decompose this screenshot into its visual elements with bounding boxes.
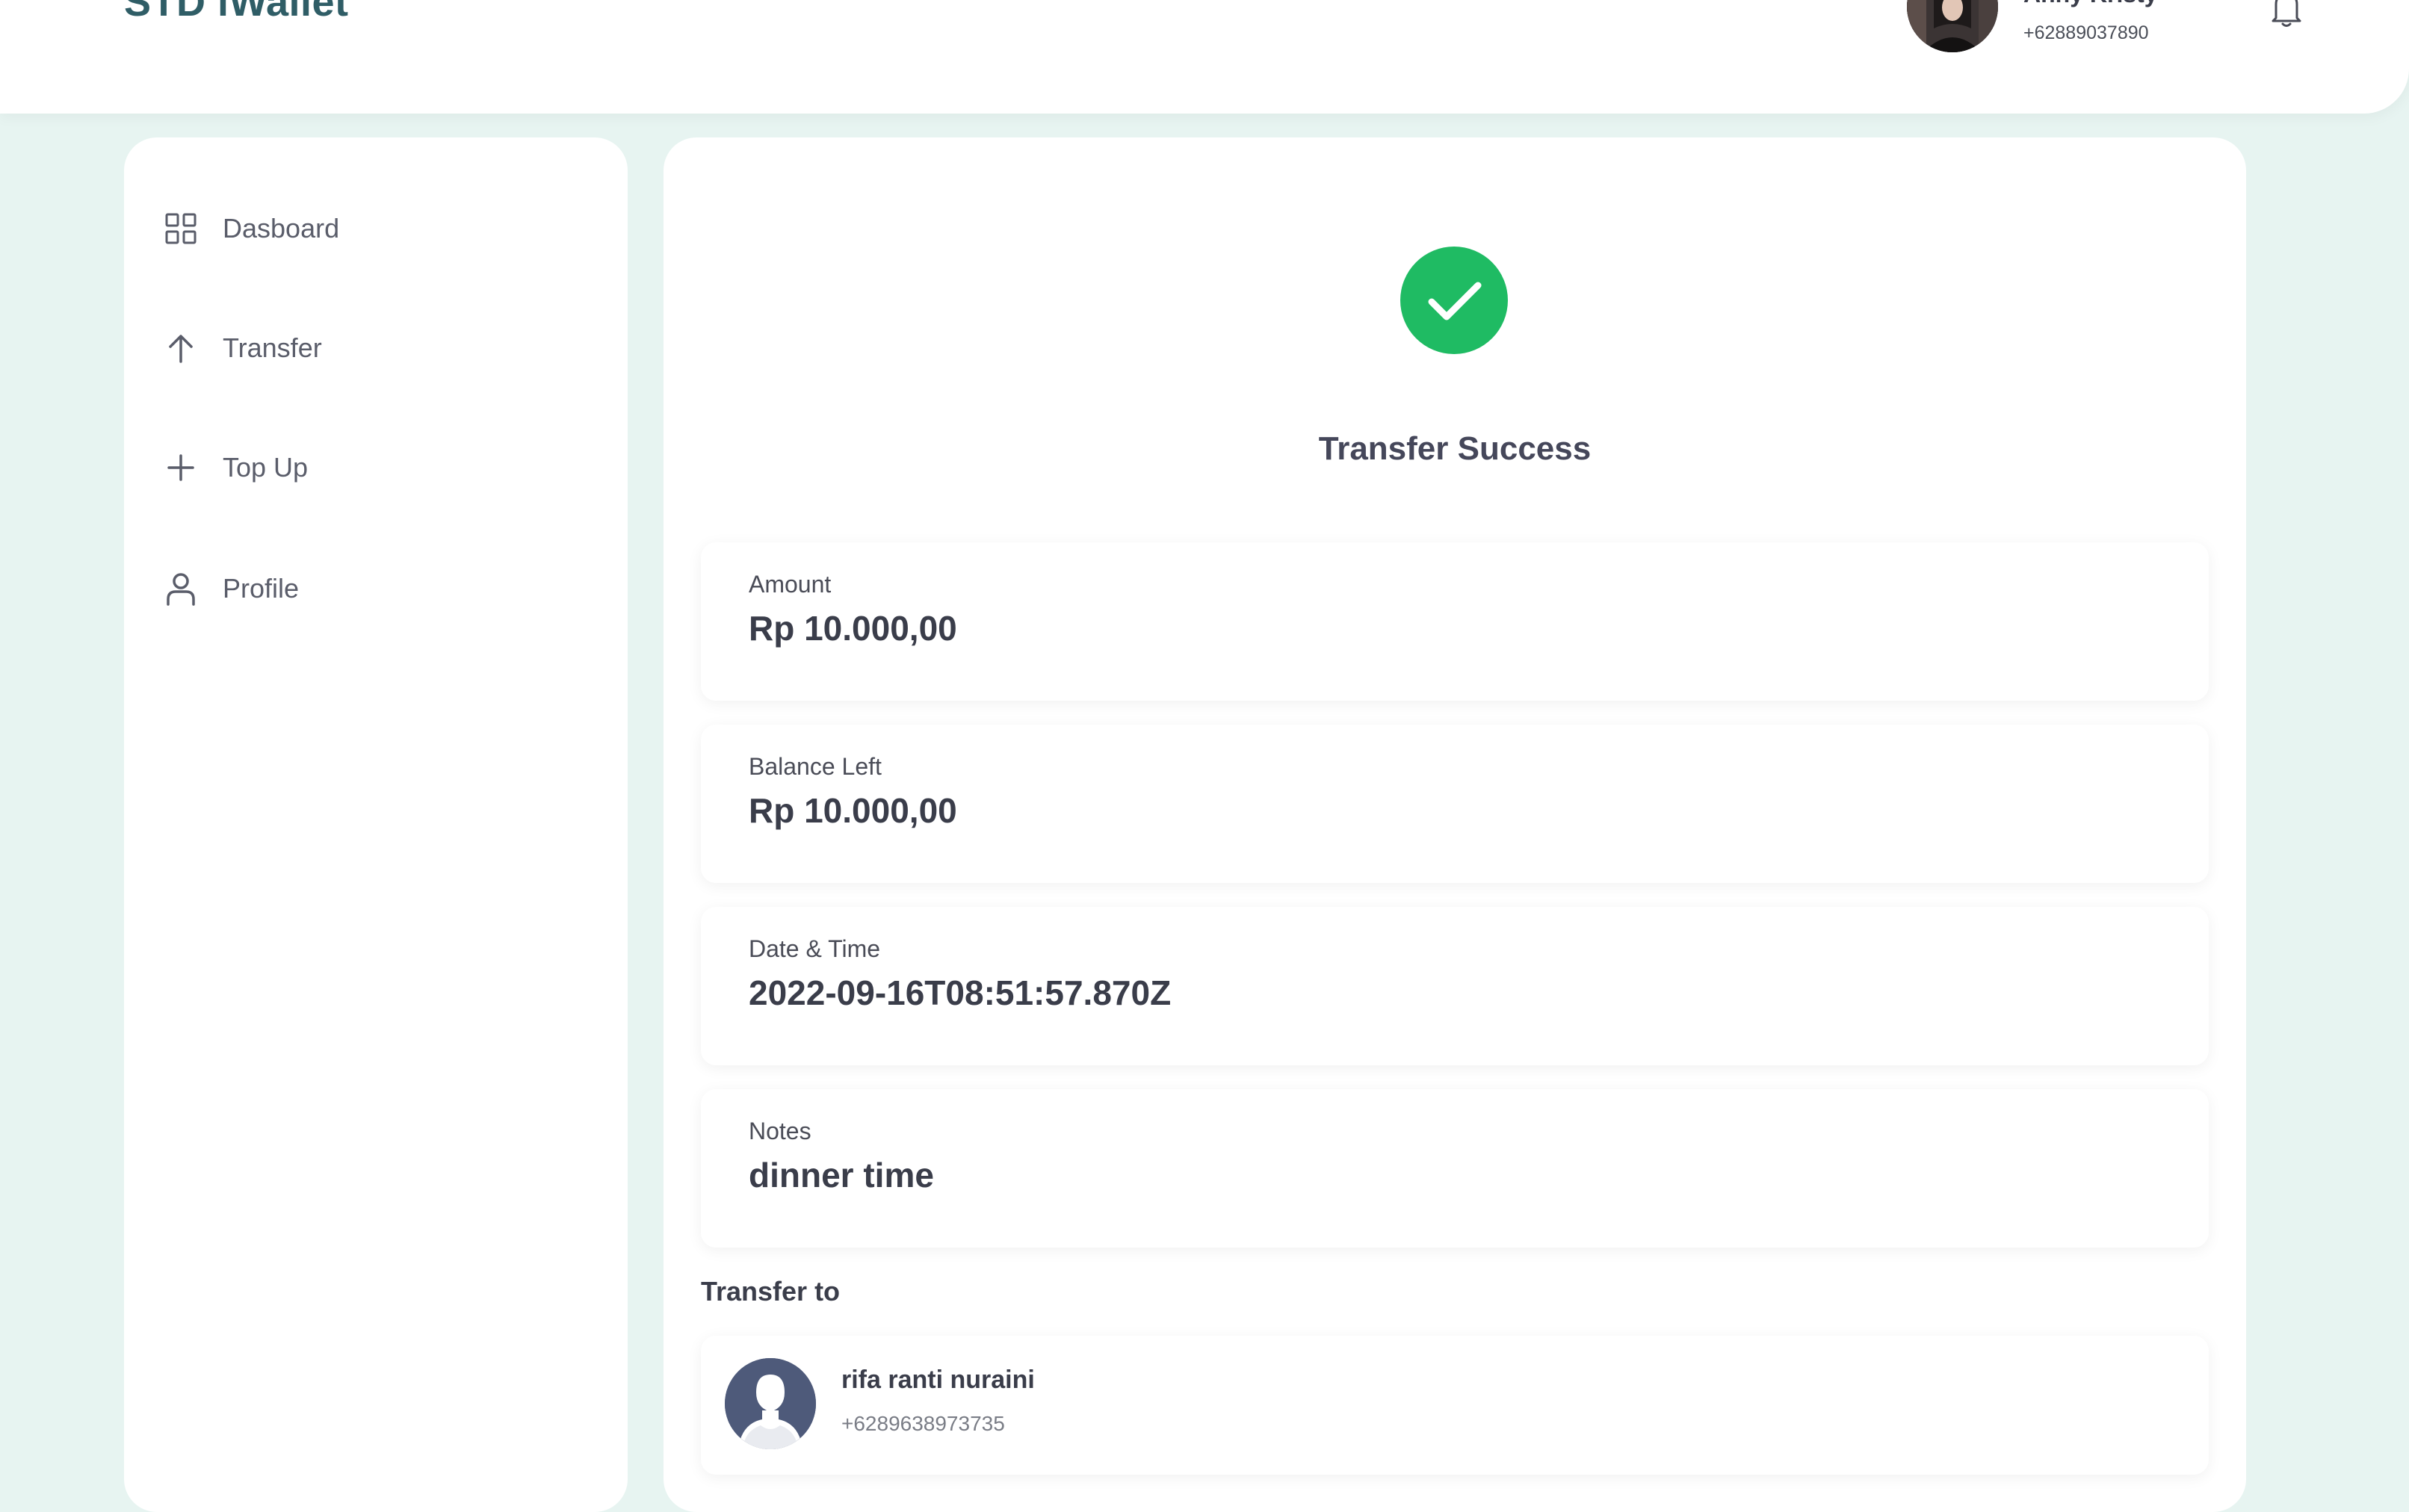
sidebar-item-dashboard[interactable]: Dasboard xyxy=(163,199,339,258)
recipient-card[interactable]: rifa ranti nuraini +6289638973735 xyxy=(701,1336,2209,1475)
balance-left-value: Rp 10.000,00 xyxy=(749,791,957,830)
date-time-card: Date & Time 2022-09-16T08:51:57.870Z xyxy=(701,907,2209,1065)
sidebar-item-label: Dasboard xyxy=(223,213,340,244)
sidebar-item-topup[interactable]: Top Up xyxy=(163,438,308,498)
sidebar-item-label: Profile xyxy=(223,573,300,604)
balance-left-label: Balance Left xyxy=(749,753,882,780)
recipient-phone: +6289638973735 xyxy=(841,1412,1005,1435)
app-logo[interactable]: STD iWallet xyxy=(124,0,349,25)
arrow-up-icon xyxy=(163,330,199,366)
sidebar-item-profile[interactable]: Profile xyxy=(163,559,299,619)
sidebar-item-transfer[interactable]: Transfer xyxy=(163,318,322,378)
sidebar-item-label: Top Up xyxy=(223,452,309,483)
sidebar: Dasboard Transfer Top Up Profile xyxy=(124,137,628,1512)
grid-icon xyxy=(163,211,199,247)
notes-card: Notes dinner time xyxy=(701,1089,2209,1248)
plus-icon xyxy=(163,450,199,486)
default-avatar-icon xyxy=(725,1358,816,1449)
date-time-label: Date & Time xyxy=(749,935,881,962)
notes-label: Notes xyxy=(749,1118,811,1144)
top-header: STD iWallet Anny Kristy +62889037890 xyxy=(0,0,2409,114)
success-check-icon xyxy=(1400,247,1508,354)
recipient-avatar xyxy=(725,1358,816,1449)
user-photo xyxy=(1907,0,1998,52)
user-icon xyxy=(163,571,199,607)
transfer-result-panel: Transfer Success Amount Rp 10.000,00 Bal… xyxy=(664,137,2246,1512)
notification-bell-icon[interactable] xyxy=(2264,0,2309,30)
user-avatar[interactable] xyxy=(1907,0,1998,52)
date-time-value: 2022-09-16T08:51:57.870Z xyxy=(749,973,1172,1012)
sidebar-item-label: Transfer xyxy=(223,332,322,363)
amount-value: Rp 10.000,00 xyxy=(749,609,957,648)
amount-label: Amount xyxy=(749,571,832,598)
amount-card: Amount Rp 10.000,00 xyxy=(701,542,2209,701)
balance-left-card: Balance Left Rp 10.000,00 xyxy=(701,725,2209,883)
recipient-name: rifa ranti nuraini xyxy=(841,1366,1035,1394)
user-phone: +62889037890 xyxy=(2023,22,2149,43)
transfer-to-heading: Transfer to xyxy=(701,1276,841,1307)
user-name: Anny Kristy xyxy=(2023,0,2158,8)
status-title: Transfer Success xyxy=(1318,430,1592,467)
notes-value: dinner time xyxy=(749,1156,934,1195)
